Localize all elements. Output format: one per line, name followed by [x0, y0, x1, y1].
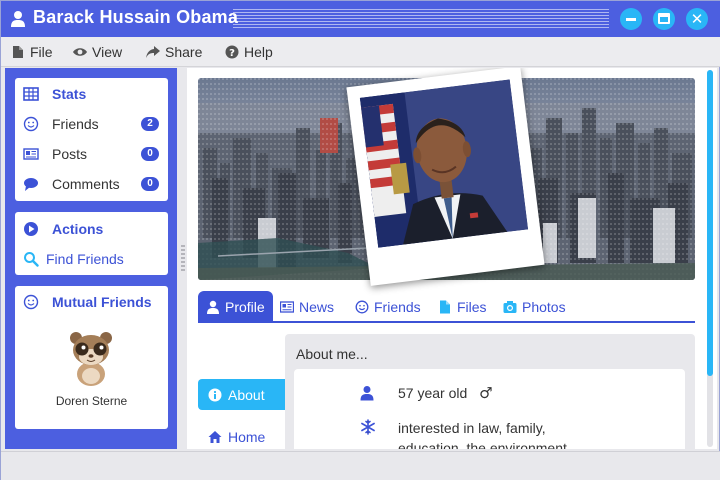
comment-icon [24, 178, 38, 191]
mutual-friends-heading[interactable]: Mutual Friends [15, 291, 168, 313]
posts-count-badge: 0 [141, 147, 159, 161]
user-icon [11, 11, 25, 27]
table-icon [23, 87, 39, 101]
male-icon: ♂ [479, 384, 493, 402]
camera-icon [503, 300, 517, 313]
mutual-friends-card: Mutual Friends Doren Sterne [15, 286, 168, 429]
tab-files[interactable]: Files [438, 291, 487, 322]
menu-bar: File View Share ? Help [1, 37, 720, 67]
svg-text:?: ? [229, 48, 235, 59]
help-icon: ? [225, 45, 239, 59]
stats-heading-label: Stats [52, 86, 87, 102]
about-details: 57 year old ♂ interested in law, family,… [294, 369, 685, 449]
stats-friends-label: Friends [52, 116, 99, 132]
title-bar[interactable]: Barack Hussain Obama ✕ [1, 1, 720, 37]
tab-photos[interactable]: Photos [503, 291, 566, 322]
profile-portrait [359, 79, 529, 248]
find-friends-link[interactable]: Find Friends [15, 248, 168, 270]
vertical-scrollbar[interactable] [707, 70, 713, 447]
menu-share-label: Share [165, 44, 203, 60]
friends-count-badge: 2 [141, 117, 159, 131]
menu-file-label: File [30, 44, 53, 60]
maximize-button[interactable] [653, 8, 675, 30]
menu-file[interactable]: File [11, 43, 53, 61]
app-window: Barack Hussain Obama ✕ File View Share ?… [0, 0, 720, 480]
user-icon [360, 386, 374, 401]
tab-profile-label: Profile [225, 298, 265, 315]
age-text: 57 year old [398, 385, 468, 401]
eye-icon [73, 48, 87, 56]
actions-card: Actions Find Friends [15, 212, 168, 275]
stats-item-comments[interactable]: Comments 0 [15, 173, 168, 195]
stats-item-posts[interactable]: Posts 0 [15, 143, 168, 165]
smile-icon [23, 116, 39, 132]
find-friends-label: Find Friends [46, 251, 124, 267]
newspaper-icon [23, 148, 39, 160]
friend-avatar[interactable] [67, 328, 115, 386]
menu-help[interactable]: ? Help [225, 43, 273, 61]
sidebar: Stats Friends 2 Posts 0 Comments 0 Actio… [5, 68, 177, 449]
file-icon [13, 46, 23, 58]
smile-icon [23, 294, 39, 310]
stats-item-friends[interactable]: Friends 2 [15, 113, 168, 135]
minimize-icon [626, 18, 636, 21]
tab-friends[interactable]: Friends [355, 291, 421, 322]
menu-help-label: Help [244, 44, 273, 60]
profile-nav-about[interactable]: About [198, 379, 285, 410]
smile-icon [355, 300, 369, 313]
tab-photos-label: Photos [522, 298, 566, 315]
play-circle-icon [24, 222, 38, 236]
close-icon: ✕ [690, 10, 704, 28]
stats-heading[interactable]: Stats [15, 83, 168, 105]
share-icon [146, 46, 160, 58]
about-title: About me... [296, 346, 368, 362]
actions-heading[interactable]: Actions [15, 218, 168, 240]
file-icon [440, 300, 450, 313]
stats-card: Stats Friends 2 Posts 0 Comments 0 [15, 78, 168, 201]
profile-nav-home-label: Home [228, 428, 266, 445]
title-drag-grip[interactable] [233, 9, 609, 29]
search-icon [24, 252, 39, 267]
snowflake-icon [361, 419, 375, 435]
about-interests-line-1: interested in law, family, [398, 420, 546, 436]
window-title: Barack Hussain Obama [33, 7, 239, 27]
scrollbar-thumb[interactable] [707, 70, 713, 376]
profile-tabs: Profile News Friends Files Photos [198, 290, 695, 323]
profile-nav-home[interactable]: Home [198, 421, 285, 449]
maximize-icon [658, 13, 670, 24]
newspaper-icon [280, 300, 294, 313]
mutual-friends-heading-label: Mutual Friends [52, 294, 152, 310]
friend-name[interactable]: Doren Sterne [15, 394, 168, 408]
tab-profile[interactable]: Profile [198, 291, 273, 322]
tab-news[interactable]: News [280, 291, 334, 322]
tab-friends-label: Friends [374, 298, 421, 315]
tab-files-label: Files [457, 298, 487, 315]
sidebar-resize-handle[interactable] [181, 245, 185, 273]
minimize-button[interactable] [620, 8, 642, 30]
profile-photo[interactable] [346, 68, 545, 286]
home-icon [208, 430, 222, 443]
about-interests-line-2: education, the environment [398, 440, 567, 449]
profile-nav-about-label: About [228, 386, 265, 403]
close-button[interactable]: ✕ [686, 8, 708, 30]
menu-view-label: View [92, 44, 123, 60]
user-icon [207, 300, 219, 314]
main-panel: Profile News Friends Files Photos About … [187, 68, 717, 449]
menu-share[interactable]: Share [146, 43, 202, 61]
actions-heading-label: Actions [52, 221, 104, 237]
stats-posts-label: Posts [52, 146, 88, 162]
about-age-line: 57 year old ♂ [398, 383, 493, 403]
tab-news-label: News [299, 298, 335, 315]
menu-view[interactable]: View [73, 43, 122, 61]
about-panel: About me... 57 year old ♂ interested in … [285, 334, 695, 449]
comments-count-badge: 0 [141, 177, 159, 191]
status-bar [1, 451, 720, 480]
stats-comments-label: Comments [52, 176, 120, 192]
info-icon [208, 388, 222, 401]
